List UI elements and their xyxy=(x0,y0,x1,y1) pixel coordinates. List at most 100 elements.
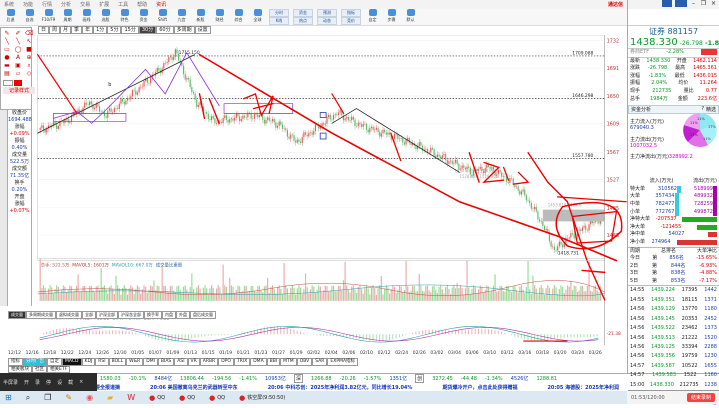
toolbar-small-button[interactable]: 热点 xyxy=(293,17,313,25)
red-annotation-stroke[interactable] xyxy=(391,133,401,160)
volume-tab[interactable]: 沪深含全部 xyxy=(118,311,144,319)
text-icon[interactable]: A xyxy=(14,54,22,61)
toolbar-small-button[interactable]: K线 xyxy=(269,17,289,25)
toolbar-button[interactable]: Shift xyxy=(154,9,171,25)
period-tab[interactable]: 30分 xyxy=(139,26,156,34)
color-select[interactable] xyxy=(3,80,35,86)
indicator-tab[interactable]: 自定 xyxy=(47,358,62,366)
close-icon[interactable]: × xyxy=(710,0,717,9)
period-tab[interactable]: 5分 xyxy=(107,26,121,34)
indicator-tab[interactable]: 指标 xyxy=(8,358,23,366)
volume-tab[interactable]: 沪深全部 xyxy=(96,311,118,319)
index-name[interactable]: 创 xyxy=(415,374,424,383)
toolbar-button[interactable]: 步骤 xyxy=(383,9,400,25)
menu-item[interactable]: 功能 xyxy=(23,1,33,8)
indicator-tab[interactable]: SAR xyxy=(312,358,327,366)
indicator-tab[interactable]: MTM xyxy=(280,358,297,366)
toolbar-button[interactable]: F10/F9 xyxy=(40,9,57,25)
menu-item[interactable]: 帮助 xyxy=(137,1,147,8)
period-tab[interactable]: 多周期 xyxy=(174,26,195,34)
bar-icon[interactable]: ▬ xyxy=(3,62,11,69)
indicator-tab[interactable]: BIAS xyxy=(158,358,174,366)
minimize-icon[interactable]: – xyxy=(690,0,697,9)
folder-icon[interactable]: ▰ xyxy=(107,393,113,402)
volume-tab[interactable]: 多周期成交量 xyxy=(26,311,56,319)
recorder-control[interactable]: 录 xyxy=(35,379,40,386)
window-tab-1[interactable] xyxy=(662,0,672,7)
red-annotation-stroke[interactable] xyxy=(504,167,529,184)
volume-tab[interactable]: 虚拟成交量 xyxy=(56,311,82,319)
indicator-tab[interactable]: BBI xyxy=(267,358,281,366)
period-tab[interactable]: 年 xyxy=(82,26,93,34)
toolbar-button[interactable]: 新股 xyxy=(192,9,209,25)
menu-item[interactable]: 交易 xyxy=(80,1,90,8)
indicator-tab[interactable]: DMI xyxy=(143,358,158,366)
news-item[interactable]: 要全报道摘 xyxy=(95,384,120,391)
toolbar-button[interactable]: 画线 xyxy=(78,9,95,25)
period-tab[interactable]: 1分 xyxy=(93,26,107,34)
toolbar-button[interactable]: 周期 xyxy=(59,9,76,25)
period-tab[interactable]: 60分 xyxy=(156,26,173,34)
news-item[interactable]: 20:06 中科芯创：2025年净利润3.82亿元，同比增长19.04% xyxy=(268,384,413,391)
menu-item[interactable]: 扩展 xyxy=(99,1,109,8)
toolbar-button[interactable]: 自选 xyxy=(21,9,38,25)
period-tab[interactable]: 月 xyxy=(60,26,71,34)
analysis-tab[interactable]: 资金分析 xyxy=(631,106,651,113)
menu-item[interactable]: 分析 xyxy=(61,1,71,8)
news-item[interactable]: 20:06 美国撤离乌克兰的武器转至中东 xyxy=(150,384,238,391)
volume-tab[interactable]: 盘后成交量 xyxy=(190,311,216,319)
toolbar-button[interactable]: 资金 xyxy=(135,9,152,25)
toolbar-button[interactable]: 九宫 xyxy=(173,9,190,25)
search-icon[interactable]: ⌕ xyxy=(26,393,30,403)
restore-icon[interactable]: ❐ xyxy=(700,0,707,9)
trendline-drawing[interactable] xyxy=(332,109,460,173)
line-icon[interactable]: ╲ xyxy=(3,38,11,45)
indicator-tab[interactable]: W&R xyxy=(126,358,143,366)
toolbar-small-button[interactable]: 资金 xyxy=(293,9,313,17)
volume-tab[interactable]: 成交量 xyxy=(8,311,26,319)
taskbar-app[interactable]: ●QQ xyxy=(179,394,195,402)
period-tab[interactable]: 设置 xyxy=(195,26,211,34)
indicator-tab[interactable]: DPO xyxy=(218,358,234,366)
toolbar-button[interactable]: 自定 xyxy=(364,9,381,25)
indicator-tab[interactable]: ARBR xyxy=(200,358,218,366)
indicator-tab[interactable]: VR xyxy=(188,358,200,366)
toolbar-button[interactable]: 默认 xyxy=(402,9,419,25)
taskbar-app[interactable]: ●QQ xyxy=(209,394,225,402)
open-icon[interactable]: ▱ xyxy=(14,70,22,77)
news-item[interactable]: 期货爆冷开户，点击此处获得赠福 xyxy=(442,384,517,391)
toolbar-button[interactable]: 财经 xyxy=(211,9,228,25)
volume-tab[interactable]: 全部 xyxy=(82,311,96,319)
index-name[interactable]: 深 xyxy=(294,374,303,383)
red-annotation-stroke[interactable] xyxy=(200,55,617,261)
indicator-tab[interactable]: KDJ xyxy=(82,358,96,366)
trendline-drawing[interactable] xyxy=(53,53,219,124)
recorder-close-icon[interactable]: × xyxy=(79,379,83,385)
fill-ellipse-icon[interactable]: ● xyxy=(3,54,11,61)
toolbar-button[interactable]: 全球 xyxy=(249,9,266,25)
recorder-control[interactable]: 停 xyxy=(46,379,51,386)
indicator-tab[interactable]: RSI xyxy=(95,358,108,366)
pencil-icon[interactable]: ✎ xyxy=(3,30,11,37)
tick-list[interactable]: 14:551439.22417395144214:551439.35118115… xyxy=(628,285,719,389)
vertical-tabs[interactable] xyxy=(0,110,8,306)
toolbar-small-button[interactable]: 分时 xyxy=(269,9,289,17)
save-icon[interactable]: ▤ xyxy=(3,70,11,77)
indicator-tab[interactable]: EXPMA指标 xyxy=(327,358,358,366)
brush-app-icon[interactable]: ✎ xyxy=(65,393,72,402)
etf-trade-button[interactable] xyxy=(701,49,717,55)
sub-tab[interactable]: 相关板块 xyxy=(8,366,32,373)
brush-icon[interactable]: ✐ xyxy=(14,30,22,37)
screen-icon[interactable]: ▣ xyxy=(14,62,22,69)
red-annotation-stroke[interactable] xyxy=(244,94,273,116)
toolbar-button[interactable]: 后退 xyxy=(2,9,19,25)
volume-tab[interactable]: 换手率 xyxy=(144,311,162,319)
ellipse-icon[interactable]: ◯ xyxy=(14,46,22,53)
toolbar-small-button[interactable]: 预测 xyxy=(317,9,337,17)
recorder-control[interactable]: 设 xyxy=(57,379,62,386)
period-tab[interactable]: 季 xyxy=(71,26,82,34)
red-annotation-stroke[interactable] xyxy=(582,270,605,272)
toolbar-small-button[interactable]: 动态 xyxy=(317,17,337,25)
red-annotation-stroke[interactable] xyxy=(332,94,344,114)
menu-item[interactable]: 系统 xyxy=(4,1,14,8)
